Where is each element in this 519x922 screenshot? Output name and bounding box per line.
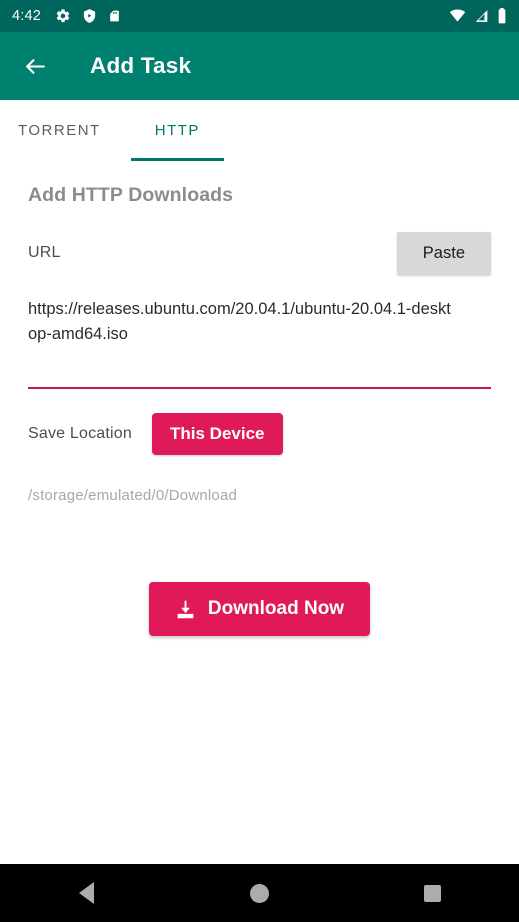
phone-screen: 4:42 Add Task TORRENT HTTP Add HTTP Down… [0, 0, 519, 922]
sd-card-icon [110, 10, 119, 22]
this-device-button[interactable]: This Device [152, 413, 283, 455]
main-content: Add HTTP Downloads URL Paste https://rel… [0, 162, 519, 864]
recents-square-icon [424, 884, 441, 902]
gear-icon [56, 9, 70, 23]
tab-torrent[interactable]: TORRENT [18, 100, 131, 161]
url-label: URL [28, 244, 61, 261]
tab-http-label: HTTP [154, 122, 200, 139]
cellular-signal-icon [475, 10, 488, 22]
app-bar: Add Task [0, 32, 519, 100]
url-input-value[interactable]: https://releases.ubuntu.com/20.04.1/ubun… [28, 297, 458, 347]
save-location-row: Save Location This Device [28, 413, 491, 455]
status-left-icons [55, 8, 121, 24]
nav-recents-button[interactable] [403, 871, 463, 915]
back-arrow-icon [25, 58, 45, 74]
home-circle-icon [250, 883, 269, 903]
back-button[interactable] [18, 49, 52, 83]
nav-back-button[interactable] [57, 871, 117, 915]
back-triangle-icon [79, 882, 94, 904]
save-path-text: /storage/emulated/0/Download [28, 487, 238, 504]
download-button-wrap: Download Now [28, 582, 491, 636]
nav-home-button[interactable] [230, 871, 290, 915]
tab-torrent-label: TORRENT [18, 122, 101, 139]
status-right-icons [449, 8, 507, 24]
paste-button[interactable]: Paste [396, 231, 491, 275]
status-clock: 4:42 [12, 8, 42, 24]
url-row: URL Paste [28, 231, 491, 275]
wifi-icon [449, 9, 466, 22]
download-now-label: Download Now [207, 598, 345, 619]
shield-play-icon [83, 9, 96, 23]
tab-bar: TORRENT HTTP [0, 100, 519, 162]
android-nav-bar [0, 864, 519, 922]
tab-http[interactable]: HTTP [130, 100, 225, 161]
page-title: Add Task [90, 53, 192, 78]
download-icon [177, 600, 194, 618]
save-location-label: Save Location [28, 425, 133, 442]
download-now-button[interactable]: Download Now [148, 582, 371, 636]
section-heading: Add HTTP Downloads [28, 184, 234, 206]
battery-icon [498, 8, 506, 24]
status-bar: 4:42 [0, 0, 519, 32]
url-input-field[interactable]: https://releases.ubuntu.com/20.04.1/ubun… [28, 297, 491, 389]
